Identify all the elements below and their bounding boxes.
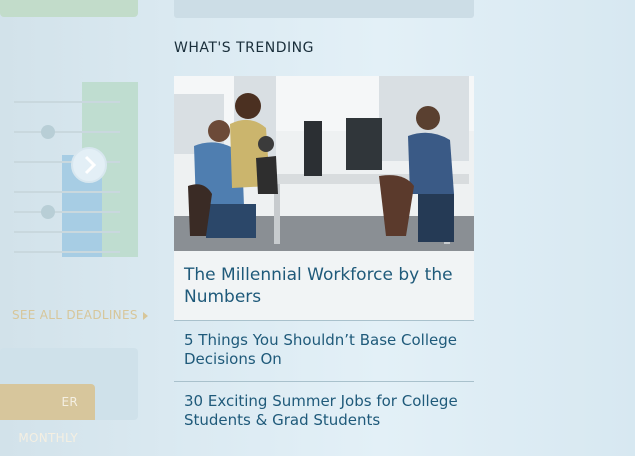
top-card bbox=[174, 0, 474, 18]
featured-article-image[interactable] bbox=[174, 76, 474, 251]
trending-list-item[interactable]: 5 Things You Shouldn’t Base College Deci… bbox=[174, 320, 474, 381]
featured-article-card[interactable]: The Millennial Workforce by the Numbers bbox=[174, 76, 474, 320]
left-top-card bbox=[0, 0, 138, 17]
carousel-next-icon bbox=[71, 147, 107, 183]
see-all-deadlines-link[interactable]: SEE ALL DEADLINES bbox=[12, 308, 148, 322]
caret-right-icon bbox=[142, 311, 148, 320]
section-title: WHAT'S TRENDING bbox=[174, 40, 314, 56]
see-all-label: SEE ALL DEADLINES bbox=[12, 308, 138, 322]
trending-list-item[interactable]: 30 Exciting Summer Jobs for College Stud… bbox=[174, 381, 474, 429]
newsletter-button[interactable]: ER MONTHLY bbox=[0, 384, 95, 445]
trending-list: 5 Things You Shouldn’t Base College Deci… bbox=[174, 320, 474, 429]
deadlines-chart-graphic bbox=[0, 60, 155, 290]
featured-article-title[interactable]: The Millennial Workforce by the Numbers bbox=[184, 264, 454, 308]
